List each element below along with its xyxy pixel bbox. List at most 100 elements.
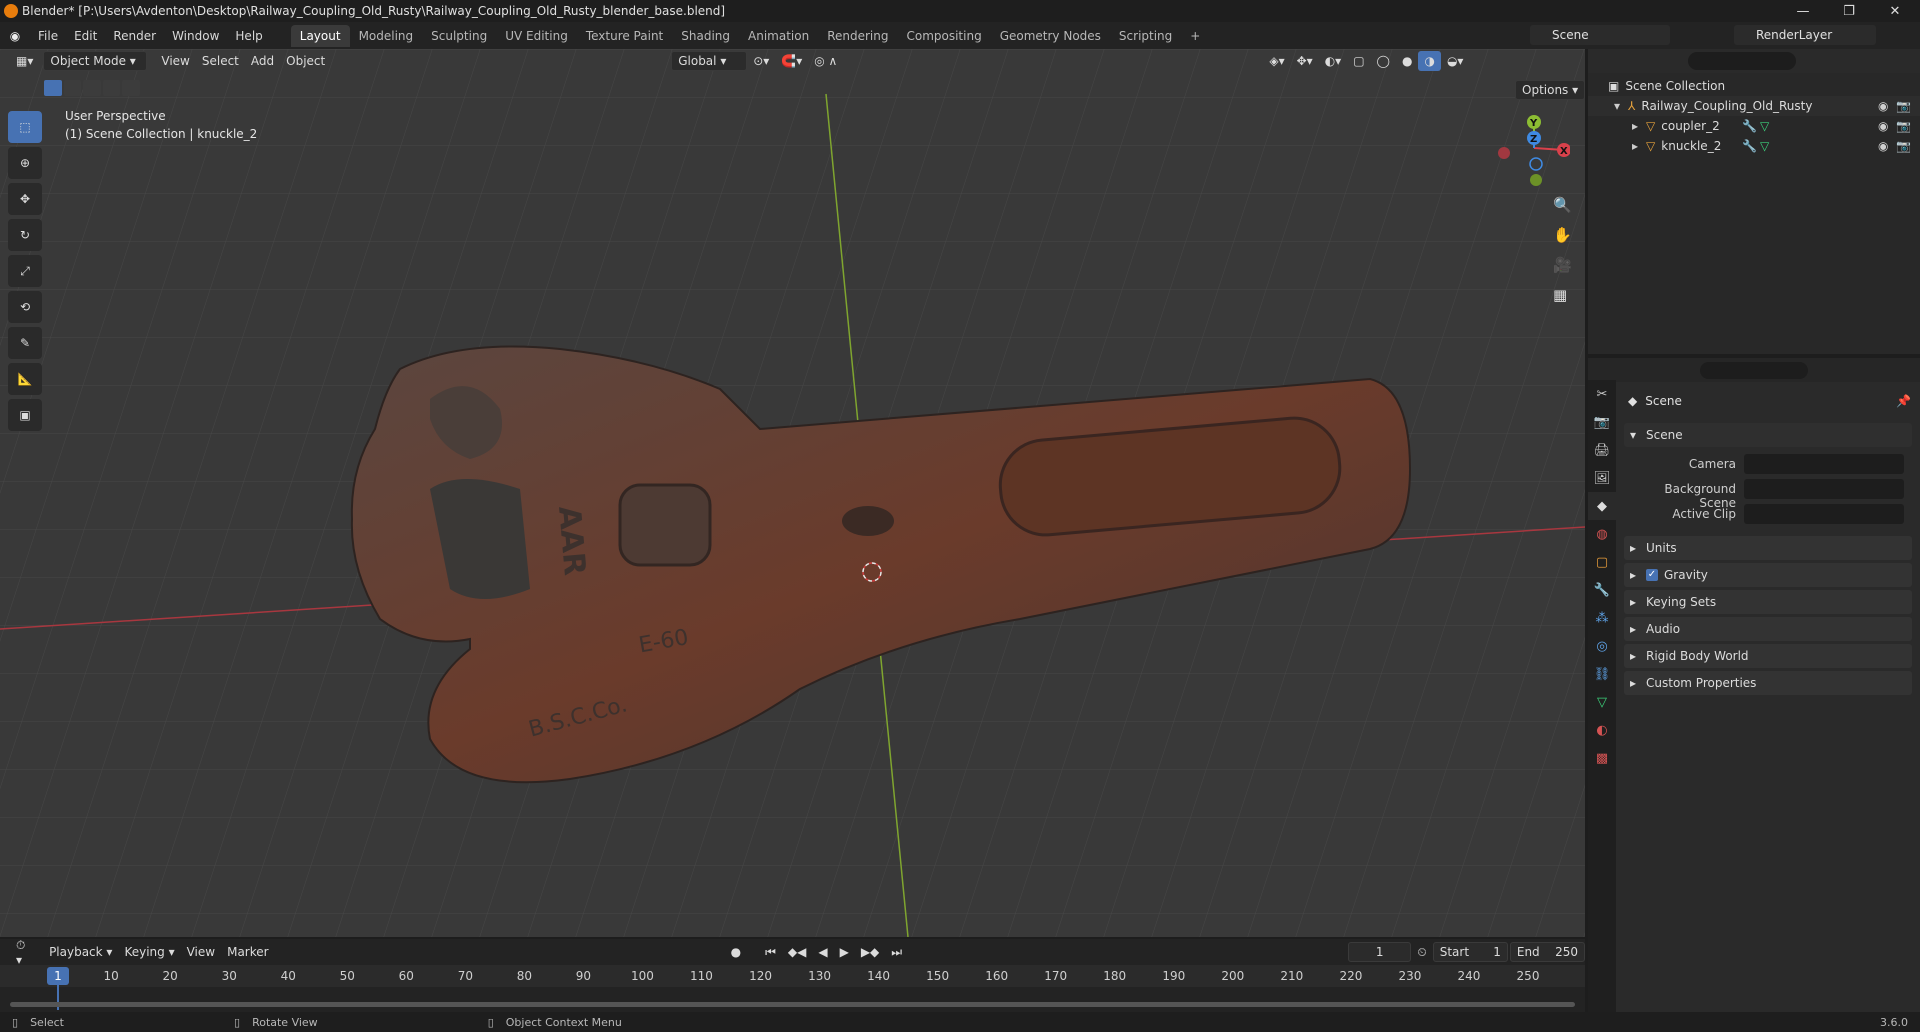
tab-modeling[interactable]: Modeling xyxy=(350,25,423,47)
xray-icon[interactable]: ▢ xyxy=(1347,51,1370,71)
select-extend-icon[interactable] xyxy=(63,80,82,96)
scale-tool-icon[interactable]: ⤢ xyxy=(8,255,42,287)
panel-audio[interactable]: ▸ Audio xyxy=(1624,617,1912,641)
menu-help[interactable]: Help xyxy=(227,29,270,43)
tab-scripting[interactable]: Scripting xyxy=(1110,25,1181,47)
select-intersect-icon[interactable] xyxy=(122,80,140,96)
select-subtract-icon[interactable] xyxy=(83,80,101,96)
modifier-tab-icon[interactable]: 🔧 xyxy=(1588,576,1616,604)
object-tab-icon[interactable]: ▢ xyxy=(1588,548,1616,576)
jump-end-icon[interactable]: ⏭ xyxy=(885,942,908,962)
panel-scene[interactable]: ▾ Scene xyxy=(1624,423,1912,447)
tool-tab-icon[interactable]: ✂ xyxy=(1588,380,1616,408)
render-camera-icon[interactable]: 📷 xyxy=(1896,139,1911,153)
measure-tool-icon[interactable]: 📐 xyxy=(8,363,42,395)
panel-gravity[interactable]: ▸ ✓ Gravity xyxy=(1624,563,1912,587)
3d-viewport[interactable]: AAR E-60 B.S.C.Co. xyxy=(0,49,1585,937)
pin-icon[interactable]: 📌 xyxy=(1896,394,1911,408)
pivot-icon[interactable]: ⊙▾ xyxy=(747,51,775,71)
clock-icon[interactable]: ⏲ xyxy=(1411,942,1432,962)
tab-sculpting[interactable]: Sculpting xyxy=(422,25,496,47)
tab-uv-editing[interactable]: UV Editing xyxy=(496,25,577,47)
move-tool-icon[interactable]: ✥ xyxy=(8,183,42,215)
material-tab-icon[interactable]: ◐ xyxy=(1588,716,1616,744)
outliner-row-collection[interactable]: ▾ ⅄ Railway_Coupling_Old_Rusty ◉ 📷 xyxy=(1588,96,1920,116)
visibility-eye-icon[interactable]: ◉ xyxy=(1878,119,1888,133)
frame-ruler[interactable]: 1 10 20 30 40 50 60 70 80 90 100 110 120 130 140 150 160… xyxy=(0,965,1585,1010)
snap-icon[interactable]: 🧲▾ xyxy=(775,51,808,71)
menu-timeline-view[interactable]: View xyxy=(181,942,221,962)
outliner-row-coupler[interactable]: ▸ ▽ coupler_2 🔧 ▽ ◉ 📷 xyxy=(1588,116,1920,136)
proportional-edit-icon[interactable]: ◎ ∧ xyxy=(808,51,843,71)
outliner-search-input[interactable] xyxy=(1688,52,1796,70)
particles-tab-icon[interactable]: ⁂ xyxy=(1588,604,1616,632)
texture-tab-icon[interactable]: ▩ xyxy=(1588,744,1616,772)
gizmo-toggle-icon[interactable]: ✥▾ xyxy=(1291,51,1319,71)
editor-type-icon[interactable]: ▦▾ xyxy=(10,51,39,71)
physics-tab-icon[interactable]: ◎ xyxy=(1588,632,1616,660)
menu-select[interactable]: Select xyxy=(196,51,245,71)
select-box-tool-icon[interactable]: ⬚ xyxy=(8,111,42,143)
panel-keying-sets[interactable]: ▸ Keying Sets xyxy=(1624,590,1912,614)
constraints-tab-icon[interactable]: ⛓ xyxy=(1588,660,1616,688)
world-tab-icon[interactable]: ◍ xyxy=(1588,520,1616,548)
mesh-data-icon[interactable]: ▽ xyxy=(1760,139,1769,153)
prev-keyframe-icon[interactable]: ◆◀ xyxy=(782,942,812,962)
close-window-button[interactable]: ✕ xyxy=(1872,0,1918,22)
scene-selector[interactable]: Scene xyxy=(1530,25,1670,45)
panel-rigid-body-world[interactable]: ▸ Rigid Body World xyxy=(1624,644,1912,668)
camera-field[interactable] xyxy=(1744,454,1904,474)
mesh-data-icon[interactable]: ▽ xyxy=(1760,119,1769,133)
menu-render[interactable]: Render xyxy=(105,29,164,43)
add-workspace-icon[interactable]: + xyxy=(1181,25,1209,47)
end-frame-field[interactable]: End 250 xyxy=(1509,942,1585,962)
properties-search-input[interactable] xyxy=(1700,362,1808,379)
tab-texture-paint[interactable]: Texture Paint xyxy=(577,25,672,47)
shading-solid-icon[interactable]: ● xyxy=(1396,51,1418,71)
transform-tool-icon[interactable]: ⟲ xyxy=(8,291,42,323)
data-tab-icon[interactable]: ▽ xyxy=(1588,688,1616,716)
menu-add[interactable]: Add xyxy=(245,51,280,71)
gravity-checkbox[interactable]: ✓ xyxy=(1646,569,1658,581)
tab-compositing[interactable]: Compositing xyxy=(897,25,990,47)
pan-icon[interactable]: ✋ xyxy=(1553,226,1572,244)
transform-orientation-dropdown[interactable]: Global ▾ xyxy=(671,51,748,71)
annotate-tool-icon[interactable]: ✎ xyxy=(8,327,42,359)
menu-view[interactable]: View xyxy=(155,51,195,71)
menu-marker[interactable]: Marker xyxy=(221,942,274,962)
modifier-wrench-icon[interactable]: 🔧 xyxy=(1742,119,1757,133)
jump-start-icon[interactable]: ⏮ xyxy=(759,942,782,962)
render-tab-icon[interactable]: 📷 xyxy=(1588,408,1616,436)
output-tab-icon[interactable]: 🖨 xyxy=(1588,436,1616,464)
current-frame-field[interactable]: 1 xyxy=(1348,942,1412,962)
modifier-wrench-icon[interactable]: 🔧 xyxy=(1742,139,1757,153)
shading-rendered-icon[interactable]: ◒▾ xyxy=(1441,51,1470,71)
overlays-icon[interactable]: ◐▾ xyxy=(1319,51,1348,71)
tab-rendering[interactable]: Rendering xyxy=(818,25,897,47)
render-camera-icon[interactable]: 📷 xyxy=(1896,119,1911,133)
view-layer-tab-icon[interactable]: 🖼 xyxy=(1588,464,1616,492)
play-icon[interactable]: ▶ xyxy=(834,942,855,962)
tab-animation[interactable]: Animation xyxy=(739,25,818,47)
start-frame-field[interactable]: Start 1 xyxy=(1432,942,1508,962)
tab-shading[interactable]: Shading xyxy=(672,25,739,47)
scene-tab-icon[interactable]: ◆ xyxy=(1588,492,1616,520)
panel-custom-properties[interactable]: ▸ Custom Properties xyxy=(1624,671,1912,695)
maximize-button[interactable]: ❐ xyxy=(1826,0,1872,22)
select-new-icon[interactable] xyxy=(44,80,62,96)
menu-playback[interactable]: Playback ▾ xyxy=(43,942,118,962)
expand-arrow-icon[interactable]: ▾ xyxy=(1614,99,1620,113)
ortho-toggle-icon[interactable]: ▦ xyxy=(1553,286,1567,304)
menu-keying[interactable]: Keying ▾ xyxy=(118,942,180,962)
visibility-eye-icon[interactable]: ◉ xyxy=(1878,139,1888,153)
rotate-tool-icon[interactable]: ↻ xyxy=(8,219,42,251)
camera-view-icon[interactable]: 🎥 xyxy=(1553,256,1572,274)
select-mode-icons[interactable] xyxy=(44,80,140,98)
render-camera-icon[interactable]: 📷 xyxy=(1896,99,1911,113)
next-keyframe-icon[interactable]: ▶◆ xyxy=(855,942,885,962)
timeline-editor-type-icon[interactable]: ⏱▾ xyxy=(10,938,35,967)
select-invert-icon[interactable] xyxy=(102,80,121,96)
record-icon[interactable]: ● xyxy=(725,942,747,962)
menu-file[interactable]: File xyxy=(30,29,66,43)
collapse-arrow-icon[interactable]: ▸ xyxy=(1632,119,1638,133)
